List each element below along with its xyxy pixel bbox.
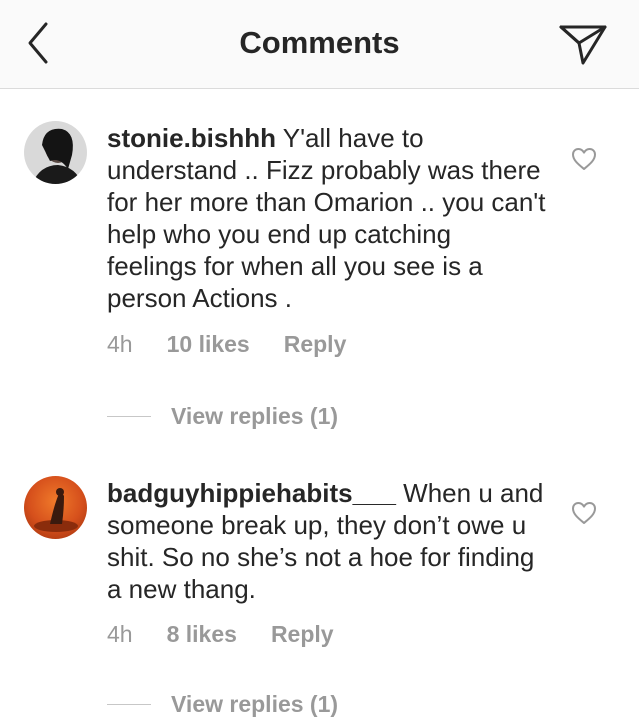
header-bar: Comments: [0, 0, 639, 89]
comment-time: 4h: [107, 621, 133, 647]
comment-meta: 4h 10 likes Reply: [107, 331, 346, 358]
comment-meta: 4h 8 likes Reply: [107, 621, 334, 648]
heart-icon: [572, 148, 596, 170]
view-replies-label: View replies (1): [171, 691, 339, 717]
direct-send-icon: [559, 25, 607, 65]
like-button[interactable]: [570, 146, 598, 172]
likes-count[interactable]: 10 likes: [167, 331, 250, 358]
reply-button[interactable]: Reply: [284, 331, 347, 358]
page-title: Comments: [239, 25, 400, 60]
view-replies-button[interactable]: View replies (1): [107, 403, 338, 430]
view-replies-label: View replies (1): [171, 403, 339, 429]
likes-count[interactable]: 8 likes: [167, 621, 237, 648]
share-button[interactable]: [558, 21, 608, 67]
comment-username[interactable]: stonie.bishhh: [107, 123, 276, 153]
like-button[interactable]: [570, 500, 598, 526]
avatar[interactable]: [24, 476, 87, 539]
comment-text: badguyhippiehabits___ When u and someone…: [107, 477, 547, 605]
avatar[interactable]: [24, 121, 87, 184]
reply-button[interactable]: Reply: [271, 621, 334, 648]
divider-line: [107, 704, 151, 705]
divider-line: [107, 416, 151, 417]
heart-icon: [572, 502, 596, 524]
view-replies-button[interactable]: View replies (1): [107, 691, 338, 718]
comment-time: 4h: [107, 331, 133, 357]
comment-username[interactable]: badguyhippiehabits___: [107, 478, 396, 508]
comment-text: stonie.bishhh Y'all have to understand .…: [107, 122, 547, 314]
